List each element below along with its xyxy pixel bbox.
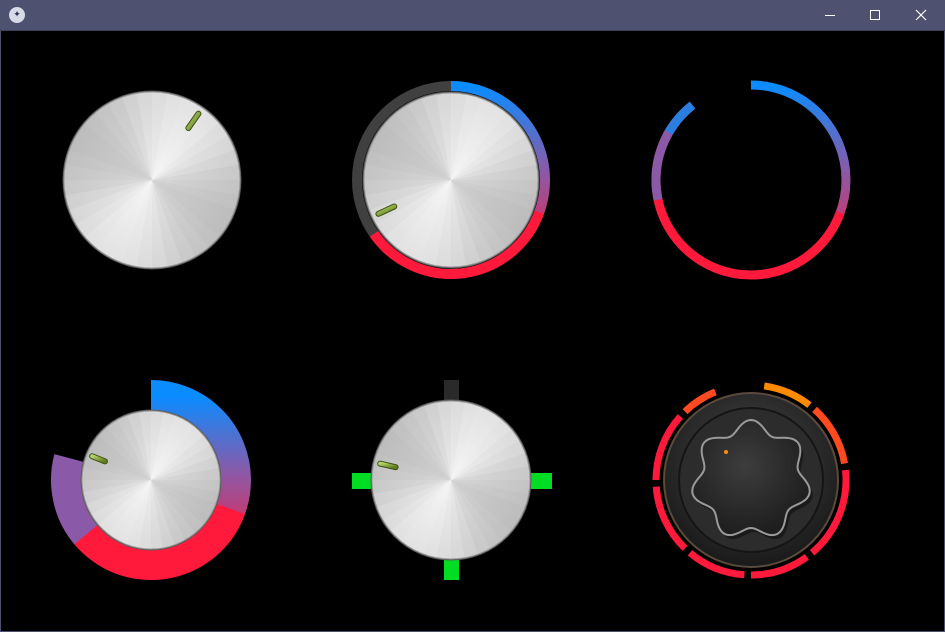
marker-right (531, 473, 552, 489)
minimize-button[interactable] (807, 0, 853, 30)
title-bar: ✦ (0, 0, 945, 31)
plain-knob[interactable] (62, 90, 242, 270)
marker-knob[interactable] (370, 399, 532, 561)
close-button[interactable] (898, 0, 944, 30)
close-icon (915, 9, 927, 21)
marker-top (444, 380, 459, 402)
maximize-button[interactable] (852, 0, 898, 30)
knob-canvas (0, 31, 945, 632)
arc-only-ring-left (651, 103, 845, 280)
arc-only-ring-right (750, 80, 851, 280)
maximize-icon (870, 10, 880, 20)
kivy-logo-icon: ✦ (9, 7, 25, 23)
knobs-svg (51, 80, 851, 580)
arc-only-ring-tip (664, 101, 696, 135)
marker-bottom (444, 558, 459, 580)
marker-left (352, 473, 373, 489)
minimize-icon (825, 15, 835, 16)
track-ring-knob[interactable] (362, 91, 540, 269)
dark-knob-indicator (724, 450, 728, 454)
thick-arc-knob[interactable] (80, 409, 222, 551)
